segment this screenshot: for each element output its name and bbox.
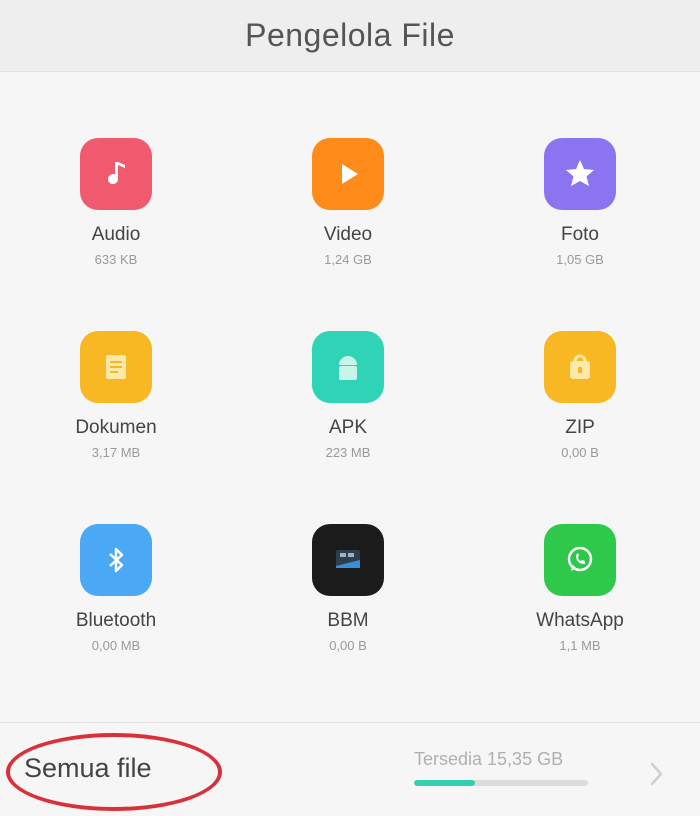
category-video[interactable]: Video 1,24 GB — [232, 120, 464, 313]
category-size: 1,1 MB — [559, 638, 601, 653]
category-label: Bluetooth — [75, 610, 157, 631]
category-label: Foto — [560, 224, 600, 245]
category-bluetooth[interactable]: Bluetooth 0,00 MB — [0, 506, 232, 699]
android-icon — [312, 331, 384, 403]
music-note-icon — [80, 138, 152, 210]
category-audio[interactable]: Audio 633 KB — [0, 120, 232, 313]
all-files-button[interactable]: Semua file — [24, 753, 152, 784]
category-label: Dokumen — [75, 417, 157, 438]
footer-bar: Semua file Tersedia 15,35 GB — [0, 722, 700, 816]
bbm-icon — [312, 524, 384, 596]
category-label: Video — [323, 224, 373, 245]
page-title: Pengelola File — [245, 17, 455, 53]
category-zip[interactable]: ZIP 0,00 B — [464, 313, 696, 506]
category-size: 0,00 B — [561, 445, 599, 460]
category-label: APK — [328, 417, 368, 438]
storage-available-text: Tersedia 15,35 GB — [414, 749, 564, 769]
storage-info: Tersedia 15,35 GB — [414, 749, 614, 786]
category-size: 223 MB — [325, 445, 371, 460]
category-size: 1,05 GB — [556, 252, 604, 267]
chevron-right-icon[interactable] — [648, 759, 666, 789]
category-size: 633 KB — [94, 252, 138, 267]
category-label: BBM — [327, 610, 369, 631]
category-size: 0,00 MB — [91, 638, 141, 653]
zip-icon — [544, 331, 616, 403]
category-grid: Audio 633 KB Video 1,24 GB Foto 1,05 GB … — [0, 120, 700, 699]
category-apk[interactable]: APK 223 MB — [232, 313, 464, 506]
whatsapp-icon — [544, 524, 616, 596]
bluetooth-icon — [80, 524, 152, 596]
star-icon — [544, 138, 616, 210]
category-dokumen[interactable]: Dokumen 3,17 MB — [0, 313, 232, 506]
category-bbm[interactable]: BBM 0,00 B — [232, 506, 464, 699]
category-size: 0,00 B — [329, 638, 367, 653]
app-header: Pengelola File — [0, 0, 700, 72]
category-size: 1,24 GB — [324, 252, 372, 267]
category-label: Audio — [91, 224, 141, 245]
storage-progress-fill — [414, 780, 475, 786]
document-icon — [80, 331, 152, 403]
category-size: 3,17 MB — [91, 445, 141, 460]
category-foto[interactable]: Foto 1,05 GB — [464, 120, 696, 313]
play-icon — [312, 138, 384, 210]
storage-progress-bar — [414, 780, 588, 786]
category-whatsapp[interactable]: WhatsApp 1,1 MB — [464, 506, 696, 699]
category-label: WhatsApp — [536, 610, 624, 631]
category-label: ZIP — [565, 417, 595, 438]
